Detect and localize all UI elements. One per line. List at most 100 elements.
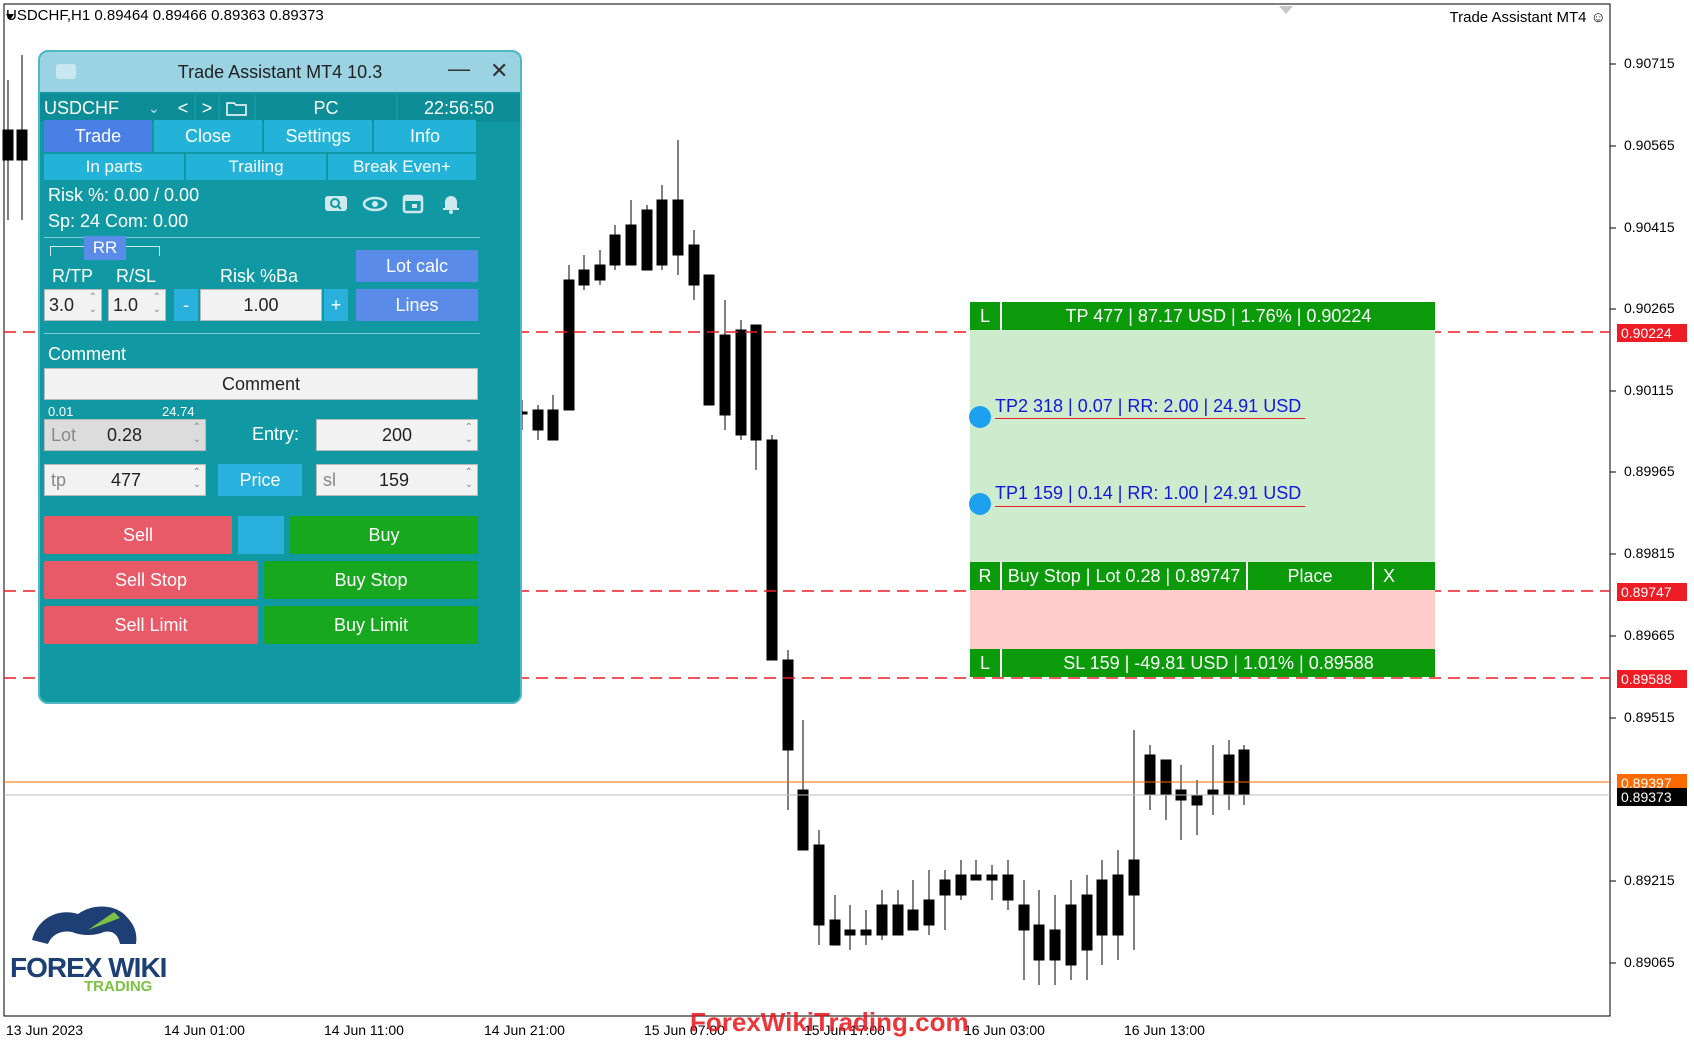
subtab-break-even[interactable]: Break Even+ — [328, 154, 476, 180]
tab-settings[interactable]: Settings — [264, 120, 372, 152]
tp-stepper[interactable]: tp 477 ⌃ ⌄ — [44, 464, 206, 496]
bear-candle — [939, 879, 951, 896]
price-tick: 0.89665 — [1624, 627, 1675, 643]
spread-indicator[interactable] — [238, 516, 284, 554]
bear-candle — [688, 244, 700, 286]
symbol-select[interactable]: USDCHF ⌄ — [40, 94, 174, 122]
logo-sub: TRADING — [84, 978, 153, 995]
tp2-handle[interactable] — [969, 406, 991, 428]
close-icon[interactable]: ✕ — [490, 58, 508, 84]
bear-candle — [656, 199, 668, 266]
sl-mode-tag[interactable]: L — [970, 649, 1002, 677]
next-symbol-button[interactable]: > — [196, 94, 218, 122]
bear-candle — [703, 274, 715, 406]
sl-value: 159 — [379, 470, 410, 490]
bear-candle — [955, 874, 967, 896]
risk-ba-label: Risk %Ba — [220, 266, 299, 286]
subtab-in-parts[interactable]: In parts — [44, 154, 184, 180]
eye-icon[interactable] — [362, 194, 388, 219]
risk-plus-button[interactable]: + — [324, 289, 348, 321]
entry-price-tag: 0.89747 — [1617, 583, 1687, 601]
bear-candle — [750, 324, 762, 441]
bear-candle — [923, 899, 935, 926]
bear-candle — [1191, 794, 1203, 806]
comment-input[interactable]: Comment — [44, 368, 478, 400]
sell-button[interactable]: Sell — [44, 516, 232, 554]
tp-price-tag: 0.90224 — [1617, 324, 1687, 342]
sl-text: SL 159 | -49.81 USD | 1.01% | 0.89588 — [1063, 653, 1374, 673]
lines-button[interactable]: Lines — [356, 289, 478, 321]
tp-label: tp — [51, 470, 67, 490]
minimize-icon[interactable]: — — [448, 56, 470, 82]
price-tick: 0.90565 — [1624, 137, 1675, 153]
order-bar[interactable]: R Buy Stop | Lot 0.28 | 0.89747 Place X — [970, 562, 1435, 590]
order-mode-tag[interactable]: R — [970, 562, 1002, 590]
entry-value: 200 — [381, 425, 413, 445]
tab-close[interactable]: Close — [154, 120, 262, 152]
spin-arrows-icon[interactable]: ⌃ ⌄ — [465, 467, 473, 491]
bear-candle — [1033, 924, 1045, 961]
sl-stepper[interactable]: sl 159 ⌃ ⌄ — [316, 464, 478, 496]
bear-candle — [970, 874, 982, 881]
tp-mode-tag[interactable]: L — [970, 302, 1002, 330]
price-tick: 0.90265 — [1624, 300, 1675, 316]
tp2-label: TP2 318 | 0.07 | RR: 2.00 | 24.91 USD — [995, 396, 1302, 416]
bull-logo-icon — [28, 900, 148, 950]
spin-arrows-icon[interactable]: ⌃ ⌄ — [153, 292, 161, 316]
buy-limit-button[interactable]: Buy Limit — [264, 606, 478, 644]
divider — [44, 333, 480, 334]
lot-stepper[interactable]: Lot 0.28 ⌃ ⌄ — [44, 419, 206, 451]
bear-candle — [1238, 749, 1250, 796]
prev-symbol-button[interactable]: < — [172, 94, 194, 122]
lot-max: 24.74 — [162, 404, 195, 419]
spin-arrows-icon[interactable]: ⌃ ⌄ — [193, 467, 201, 491]
risk-input[interactable]: 1.00 — [200, 289, 322, 321]
price-tick: 0.90415 — [1624, 219, 1675, 235]
lot-calc-button[interactable]: Lot calc — [356, 250, 478, 282]
rsl-stepper[interactable]: 1.0 ⌃ ⌄ — [108, 289, 166, 321]
price-tick: 0.89815 — [1624, 545, 1675, 561]
subtab-trailing[interactable]: Trailing — [186, 154, 326, 180]
price-tick: 0.90715 — [1624, 55, 1675, 71]
tab-trade[interactable]: Trade — [44, 120, 152, 152]
tab-info[interactable]: Info — [374, 120, 476, 152]
calendar-icon[interactable] — [402, 192, 424, 219]
bear-candle — [876, 904, 888, 936]
tp-bar[interactable]: L TP 477 | 87.17 USD | 1.76% | 0.90224 — [970, 302, 1435, 330]
search-icon[interactable] — [324, 194, 348, 219]
lot-value: 0.28 — [107, 425, 143, 445]
panel-titlebar[interactable]: Trade Assistant MT4 10.3 — ✕ — [40, 52, 520, 92]
spin-arrows-icon[interactable]: ⌃ ⌄ — [465, 422, 473, 446]
bear-candle — [907, 909, 919, 931]
place-button[interactable]: Place — [1248, 562, 1374, 590]
bear-candle — [797, 789, 809, 851]
bear-candle — [1002, 874, 1014, 901]
rtp-stepper[interactable]: 3.0 ⌃ ⌄ — [44, 289, 102, 321]
open-folder-button[interactable] — [220, 94, 254, 122]
bear-candle — [782, 659, 794, 751]
bear-candle — [672, 199, 684, 256]
sell-stop-button[interactable]: Sell Stop — [44, 561, 258, 599]
bear-candle — [1223, 754, 1235, 796]
buy-button[interactable]: Buy — [290, 516, 478, 554]
alert-bell-icon[interactable] — [440, 192, 462, 219]
bid-price-tag: 0.89373 — [1617, 788, 1687, 806]
rsl-value: 1.0 — [113, 295, 139, 315]
lot-label: Lot — [51, 425, 77, 445]
price-button[interactable]: Price — [218, 464, 302, 496]
chevron-down-icon: ⌄ — [148, 100, 160, 116]
tp-text: TP 477 | 87.17 USD | 1.76% | 0.90224 — [1065, 306, 1372, 326]
sl-label: sl — [323, 470, 336, 490]
spin-arrows-icon[interactable]: ⌃ ⌄ — [89, 292, 97, 316]
buy-stop-button[interactable]: Buy Stop — [264, 561, 478, 599]
tp1-handle[interactable] — [969, 493, 991, 515]
close-order-button[interactable]: X — [1374, 562, 1404, 590]
sl-bar[interactable]: L SL 159 | -49.81 USD | 1.01% | 0.89588 — [970, 649, 1435, 677]
rr-button[interactable]: RR — [84, 236, 126, 260]
risk-minus-button[interactable]: - — [174, 289, 198, 321]
price-tick: 0.89515 — [1624, 709, 1675, 725]
spin-arrows-icon[interactable]: ⌃ ⌄ — [193, 422, 201, 446]
sell-limit-button[interactable]: Sell Limit — [44, 606, 258, 644]
bear-candle — [1018, 904, 1030, 931]
entry-stepper[interactable]: 200 ⌃ ⌄ — [316, 419, 478, 451]
